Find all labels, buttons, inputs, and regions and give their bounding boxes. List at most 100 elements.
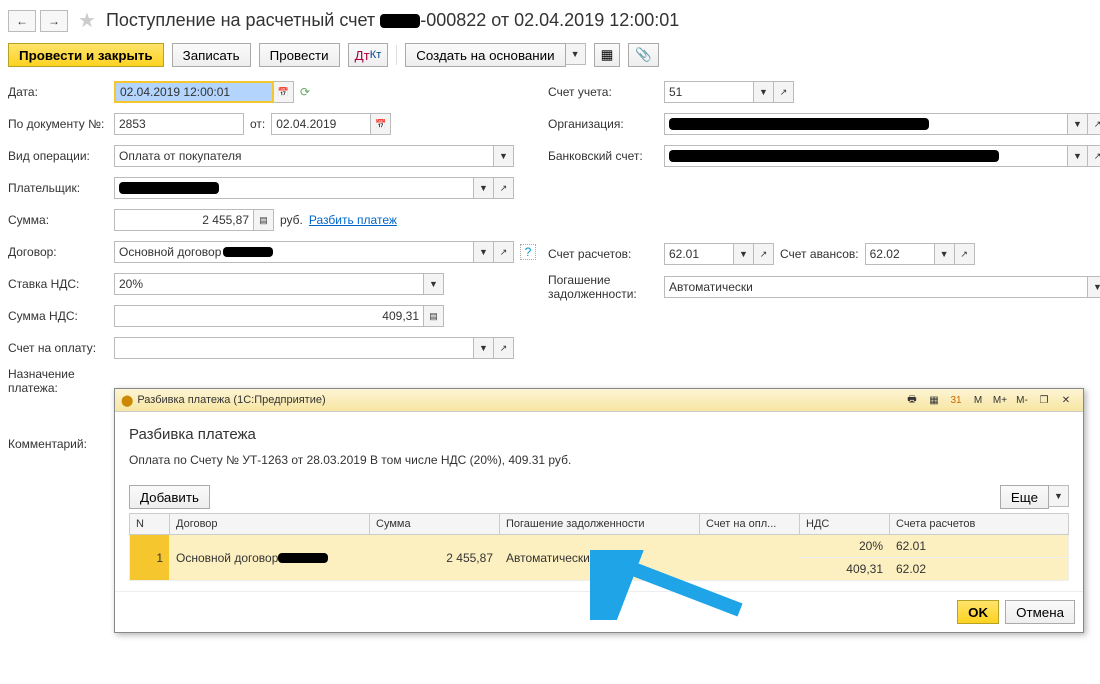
star-icon[interactable]: ★ (78, 8, 96, 33)
title-pre: Поступление на расчетный счет (106, 10, 375, 30)
cell-n[interactable]: 1 (130, 535, 170, 581)
doc-no-field[interactable]: 2853 (114, 113, 244, 135)
payer-label: Плательщик: (8, 181, 108, 195)
bank-dropdown-icon[interactable]: ▼ (1068, 145, 1088, 167)
op-type-label: Вид операции: (8, 149, 108, 163)
settl-acc-label: Счет расчетов: (548, 247, 658, 261)
debt-pay-field[interactable]: Автоматически (664, 276, 1088, 298)
repeat-icon[interactable]: ⟳ (300, 85, 310, 99)
vat-sum-label: Сумма НДС: (8, 309, 108, 323)
vat-rate-dropdown-icon[interactable]: ▼ (424, 273, 444, 295)
redacted-title (380, 14, 420, 28)
dialog-1c-icon: ⬤ (121, 394, 133, 407)
date-picker-icon[interactable]: 📅 (274, 81, 294, 103)
adv-acc-label: Счет авансов: (780, 247, 859, 261)
create-based-dropdown[interactable]: ▼ (566, 43, 586, 65)
nav-forward-button[interactable]: → (40, 10, 68, 32)
dialog-close-icon[interactable]: ✕ (1056, 391, 1076, 409)
help-icon[interactable]: ? (520, 244, 536, 260)
cell-debt[interactable]: Автоматически (500, 535, 700, 581)
dialog-grid-icon[interactable]: ▦ (924, 391, 944, 409)
dialog-mplus-icon[interactable]: M+ (990, 391, 1010, 409)
attachment-button[interactable]: 📎 (628, 43, 659, 67)
table-row[interactable]: 1 Основной договор 2 455,87 Автоматическ… (130, 535, 1069, 558)
op-type-dropdown-icon[interactable]: ▼ (494, 145, 514, 167)
org-label: Организация: (548, 117, 658, 131)
split-payment-link[interactable]: Разбить платеж (309, 213, 397, 227)
op-type-field[interactable]: Оплата от покупателя (114, 145, 494, 167)
cell-sum[interactable]: 2 455,87 (370, 535, 500, 581)
post-button[interactable]: Провести (259, 43, 340, 67)
vat-rate-label: Ставка НДС: (8, 277, 108, 291)
payer-dropdown-icon[interactable]: ▼ (474, 177, 494, 199)
cell-inv[interactable] (700, 535, 800, 581)
related-docs-button[interactable]: ▦ (594, 43, 621, 67)
adv-open-icon[interactable]: ↗ (955, 243, 975, 265)
account-field[interactable]: 51 (664, 81, 754, 103)
account-dropdown-icon[interactable]: ▼ (754, 81, 774, 103)
date-field[interactable]: 02.04.2019 12:00:01 (114, 81, 274, 103)
split-table: N Договор Сумма Погашение задолженности … (129, 513, 1069, 581)
col-debt: Погашение задолженности (500, 514, 700, 535)
adv-acc-field[interactable]: 62.02 (865, 243, 935, 265)
sum-calc-icon[interactable]: ▤ (254, 209, 274, 231)
write-button[interactable]: Записать (172, 43, 251, 67)
nav-back-button[interactable]: ← (8, 10, 36, 32)
dt-kt-button[interactable]: ДтКт (348, 43, 389, 67)
account-label: Счет учета: (548, 85, 658, 99)
dialog-m-icon[interactable]: M (968, 391, 988, 409)
cell-contract[interactable]: Основной договор (170, 535, 370, 581)
col-accounts: Счета расчетов (890, 514, 1069, 535)
col-contract: Договор (170, 514, 370, 535)
dialog-calendar-icon[interactable]: 31 (946, 391, 966, 409)
more-dropdown-icon[interactable]: ▼ (1049, 485, 1069, 507)
account-open-icon[interactable]: ↗ (774, 81, 794, 103)
invoice-dropdown-icon[interactable]: ▼ (474, 337, 494, 359)
bank-acc-label: Банковский счет: (548, 149, 658, 163)
vat-sum-field[interactable]: 409,31 (114, 305, 424, 327)
org-dropdown-icon[interactable]: ▼ (1068, 113, 1088, 135)
bank-acc-field[interactable] (664, 145, 1068, 167)
cell-acc1[interactable]: 62.01 (890, 535, 1069, 558)
vat-sum-calc-icon[interactable]: ▤ (424, 305, 444, 327)
doc-date-picker-icon[interactable]: 📅 (371, 113, 391, 135)
settl-acc-field[interactable]: 62.01 (664, 243, 734, 265)
settl-dropdown-icon[interactable]: ▼ (734, 243, 754, 265)
org-field[interactable] (664, 113, 1068, 135)
post-and-close-button[interactable]: Провести и закрыть (8, 43, 164, 67)
invoice-label: Счет на оплату: (8, 341, 108, 355)
cell-vat-sum[interactable]: 409,31 (800, 558, 890, 581)
ok-button[interactable]: OK (957, 600, 999, 624)
contract-label: Договор: (8, 245, 108, 259)
contract-open-icon[interactable]: ↗ (494, 241, 514, 263)
contract-field[interactable]: Основной договор (114, 241, 474, 263)
invoice-field[interactable] (114, 337, 474, 359)
sum-field[interactable]: 2 455,87 (114, 209, 254, 231)
bank-redacted (669, 150, 999, 162)
cell-acc2[interactable]: 62.02 (890, 558, 1069, 581)
invoice-open-icon[interactable]: ↗ (494, 337, 514, 359)
dialog-restore-icon[interactable]: ❐ (1034, 391, 1054, 409)
create-based-button[interactable]: Создать на основании (405, 43, 565, 67)
more-button[interactable]: Еще (1000, 485, 1049, 509)
doc-no-label: По документу №: (8, 117, 108, 131)
col-inv: Счет на опл... (700, 514, 800, 535)
org-redacted (669, 118, 929, 130)
vat-rate-field[interactable]: 20% (114, 273, 424, 295)
payer-field[interactable] (114, 177, 474, 199)
add-row-button[interactable]: Добавить (129, 485, 210, 509)
doc-date-field[interactable]: 02.04.2019 (271, 113, 371, 135)
modal-header: Разбивка платежа (129, 426, 1069, 443)
org-open-icon[interactable]: ↗ (1088, 113, 1100, 135)
cancel-button[interactable]: Отмена (1005, 600, 1075, 624)
cell-vat-rate[interactable]: 20% (800, 535, 890, 558)
dialog-mminus-icon[interactable]: M- (1012, 391, 1032, 409)
bank-open-icon[interactable]: ↗ (1088, 145, 1100, 167)
payer-open-icon[interactable]: ↗ (494, 177, 514, 199)
contract-dropdown-icon[interactable]: ▼ (474, 241, 494, 263)
settl-open-icon[interactable]: ↗ (754, 243, 774, 265)
dialog-print-icon[interactable]: 🖶 (902, 391, 922, 409)
adv-dropdown-icon[interactable]: ▼ (935, 243, 955, 265)
dialog-title: Разбивка платежа (1С:Предприятие) (137, 394, 325, 406)
debt-dropdown-icon[interactable]: ▼ (1088, 276, 1100, 298)
